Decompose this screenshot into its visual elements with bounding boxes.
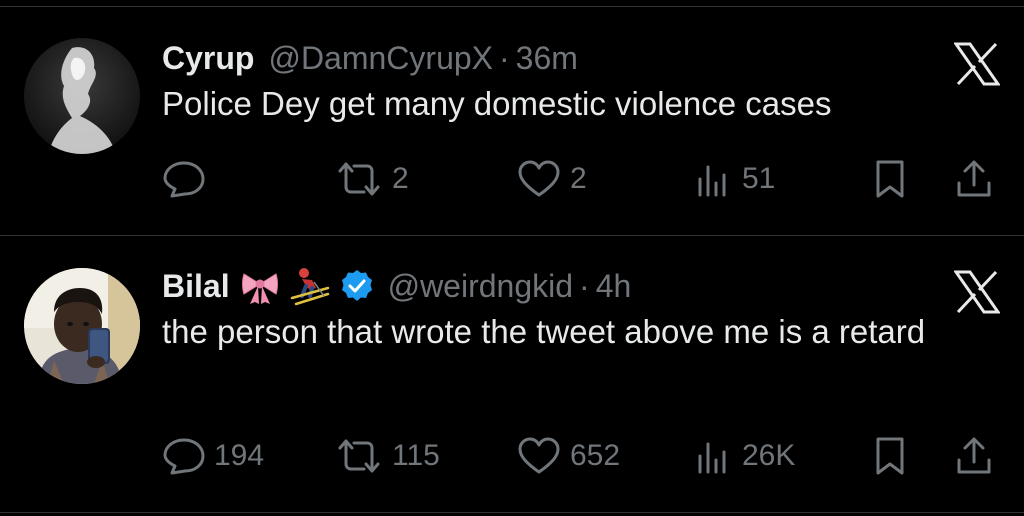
display-name[interactable]: Cyrup: [162, 40, 254, 77]
retweet-count: 115: [392, 439, 440, 472]
bookmark-icon: [872, 159, 908, 199]
views-bar-chart-icon: [694, 159, 734, 199]
reply-icon: [162, 159, 206, 199]
reply-count: 194: [214, 439, 265, 472]
tweet-text: the person that wrote the tweet above me…: [162, 313, 926, 350]
reply-button[interactable]: 194: [162, 434, 264, 478]
heart-icon: [516, 436, 562, 476]
share-icon: [954, 436, 994, 476]
tweet-actions: 2 2 51: [162, 157, 1002, 201]
avatar[interactable]: [24, 268, 140, 384]
tweet-text: Police Dey get many domestic violence ca…: [162, 85, 832, 122]
views-bar-chart-icon: [694, 436, 734, 476]
retweet-button[interactable]: 115: [334, 434, 440, 478]
like-count: 652: [570, 439, 621, 472]
view-count: 26K: [742, 439, 796, 472]
tweet-2[interactable]: Bilal @weirdngkid · 4h the person that w…: [0, 236, 1024, 516]
bow-emoji-icon: [240, 266, 280, 306]
retweet-icon: [334, 436, 384, 476]
separator-dot: ·: [579, 267, 590, 304]
share-button[interactable]: [954, 434, 994, 478]
tweet-1[interactable]: Cyrup @DamnCyrupX · 36m Police Dey get m…: [0, 0, 1024, 234]
skier-emoji-icon: [290, 266, 330, 306]
separator-dot: ·: [499, 39, 510, 76]
reply-button[interactable]: [162, 157, 214, 201]
display-name[interactable]: Bilal: [162, 268, 230, 305]
like-count: 2: [570, 162, 587, 195]
share-icon: [954, 159, 994, 199]
x-close-icon[interactable]: [953, 42, 1001, 86]
tweet-actions: 194 115 652 26K: [162, 434, 1002, 478]
like-button[interactable]: 2: [516, 157, 587, 201]
avatar[interactable]: [24, 38, 140, 154]
tweet-content: Cyrup @DamnCyrupX · 36m Police Dey get m…: [162, 38, 1000, 128]
retweet-button[interactable]: 2: [334, 157, 409, 201]
verified-badge-icon[interactable]: [340, 269, 374, 303]
tweet-header: Bilal @weirdngkid · 4h: [162, 266, 1000, 306]
reply-icon: [162, 436, 206, 476]
bottom-divider: [0, 512, 1024, 513]
x-close-icon[interactable]: [953, 270, 1001, 314]
view-count: 51: [742, 162, 776, 195]
retweet-icon: [334, 159, 384, 199]
retweet-count: 2: [392, 162, 409, 195]
bookmark-icon: [872, 436, 908, 476]
timestamp[interactable]: 36m: [516, 40, 578, 77]
views-button[interactable]: 51: [694, 157, 775, 201]
views-button[interactable]: 26K: [694, 434, 795, 478]
bookmark-button[interactable]: [872, 434, 908, 478]
tweet-content: Bilal @weirdngkid · 4h the person that w…: [162, 266, 1000, 356]
tweet-header: Cyrup @DamnCyrupX · 36m: [162, 38, 1000, 78]
heart-icon: [516, 159, 562, 199]
timestamp[interactable]: 4h: [596, 268, 632, 305]
bookmark-button[interactable]: [872, 157, 908, 201]
user-handle[interactable]: @weirdngkid: [388, 268, 573, 305]
like-button[interactable]: 652: [516, 434, 620, 478]
user-handle[interactable]: @DamnCyrupX: [268, 40, 493, 77]
share-button[interactable]: [954, 157, 994, 201]
